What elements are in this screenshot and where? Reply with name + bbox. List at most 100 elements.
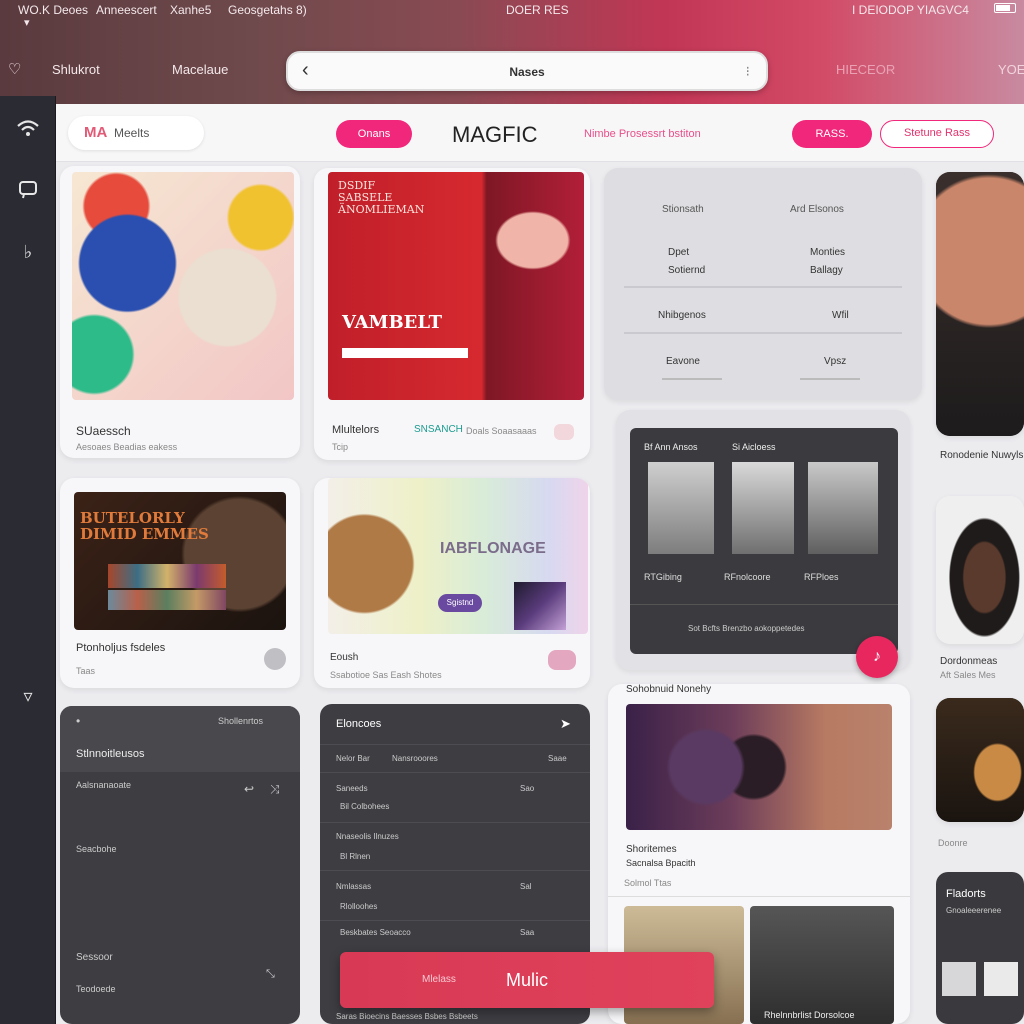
status-nav-text: Xanhe5 — [170, 3, 212, 17]
right-2-title: Dordonmeas — [940, 656, 998, 667]
gallery-header-2: Si Aicloess — [732, 442, 776, 452]
hero-4-text: IABFLONAGE — [440, 540, 546, 557]
dp2-row-3-a[interactable]: Bl Rlnen — [340, 852, 574, 861]
music-button[interactable]: Mlelass Mulic — [340, 952, 714, 1008]
status-left-text: WO.K Deoes — [18, 3, 89, 17]
right-4-thumb-1[interactable] — [942, 962, 976, 996]
dark-panel-1-header-right: Shollenrtos — [218, 716, 264, 726]
right-2-subtitle: Aft Sales Mes — [940, 670, 996, 680]
chat-icon[interactable] — [14, 178, 42, 206]
right-4-subtitle: Gnoaleeerenee — [946, 906, 1002, 915]
feature-bottom-caption: Rhelnnbrlist Dorsolcoe — [764, 1010, 855, 1020]
right-image-card-1[interactable] — [936, 172, 1024, 436]
card-1-subtitle: Aesoaes Beadias eakess — [76, 442, 178, 452]
portrait-image-3 — [936, 698, 1024, 822]
album-card-1[interactable]: SUaessch Aesoaes Beadias eakess — [60, 166, 300, 458]
dark-panel-2-divider-0 — [320, 744, 590, 745]
feature-image — [626, 704, 892, 830]
gallery-photo-3[interactable] — [808, 462, 878, 554]
portrait-image-1 — [936, 172, 1024, 436]
nav-right-item-1[interactable]: HIECEOR — [836, 62, 895, 77]
album-card-2[interactable]: DSDIF SABSELE ÄNOMLIEMAN VAMBELT Mlultel… — [314, 168, 590, 460]
album-art-1 — [72, 172, 294, 400]
promo-link[interactable]: Nimbe Prosessrt bstiton — [584, 128, 701, 140]
dark-panel-1-row-4[interactable]: Teodoede — [76, 984, 284, 994]
dark-panel-2-divider-1 — [320, 772, 590, 773]
dp2-row-6-c: Saa — [520, 928, 535, 937]
card-2-badge-icon[interactable] — [554, 424, 574, 440]
feature-divider — [608, 896, 910, 897]
portrait-image-2 — [936, 496, 1024, 644]
album-card-3[interactable]: BUTELORLY DIMID EMMES Ptonholjus fsdeles… — [60, 478, 300, 688]
shuffle-icon[interactable]: ⤨ — [270, 782, 284, 797]
status-bar: WO.K Deoes Anneescert Xanhe5 Geosgetahs … — [0, 0, 1024, 42]
feature-meta: Solmol Ttas — [624, 878, 672, 888]
card-3-subtitle: Taas — [76, 666, 96, 676]
feature-title: Shoritemes — [626, 844, 677, 855]
nav-item-2[interactable]: Macelaue — [172, 62, 228, 77]
rass-button[interactable]: RASS. — [792, 120, 872, 148]
card-4-badge-icon[interactable] — [548, 650, 576, 670]
list-row-3a[interactable]: Eavone — [666, 356, 700, 367]
gallery-name-2: RFnolcoore — [724, 572, 771, 582]
poster-art-3: BUTELORLY DIMID EMMES — [74, 492, 286, 630]
right-image-card-2[interactable] — [936, 496, 1024, 644]
list-divider-2 — [624, 332, 902, 334]
play-fab-button[interactable]: ♪ — [856, 636, 898, 678]
dark-panel-2-divider-3 — [320, 870, 590, 871]
more-icon[interactable]: ⁝ — [746, 63, 750, 80]
gallery-divider — [630, 604, 898, 605]
logo-pill[interactable]: MA Meelts — [68, 116, 204, 150]
list-divider-1 — [624, 286, 902, 288]
status-right-text: I DEIODOP YIAGVC4 — [852, 3, 969, 17]
gallery-panel: Bf Ann Ansos Si Aicloess RTGibing RFnolc… — [616, 410, 910, 670]
feature-thumb-2[interactable] — [750, 906, 894, 1024]
gallery-photo-2[interactable] — [732, 462, 794, 554]
music-note-icon[interactable]: ♭ — [14, 238, 42, 266]
dp2-row-1-c: Sao — [520, 784, 535, 793]
wifi-icon[interactable] — [14, 118, 42, 146]
list-row-3b[interactable]: Vpsz — [824, 356, 846, 367]
dp2-row-2-a[interactable]: Nnaseolis Ilnuzes — [336, 832, 574, 841]
dp2-row-5-a[interactable]: Rlolloohes — [340, 902, 574, 911]
list-row-1b[interactable]: Monties Ballagy — [810, 244, 870, 280]
card-2-subtitle: Tcip — [332, 442, 349, 452]
right-image-card-3[interactable] — [936, 698, 1024, 822]
apple-icon[interactable] — [264, 648, 286, 670]
hero-4-button[interactable]: Sgistnd — [438, 594, 482, 612]
signal-icon: ▾ — [24, 17, 30, 29]
feature-subtitle: Sacnalsa Bpacith — [626, 858, 696, 868]
right-dark-card[interactable]: Fladorts Gnoaleeerenee — [936, 872, 1024, 1024]
card-2-footer-rest: Doals Soaasaaas — [466, 426, 537, 436]
card-1-title: SUaessch — [76, 424, 131, 438]
nav-item-1[interactable]: Shlukrot — [52, 62, 100, 77]
dp2-row-1-b[interactable]: Bil Colbohees — [340, 802, 574, 811]
list-row-2b[interactable]: Wfil — [832, 310, 849, 321]
dark-panel-1-row-3[interactable]: Sessoor — [76, 952, 284, 963]
heart-icon[interactable]: ♡ — [8, 60, 21, 78]
list-row-1a[interactable]: Dpet Sotiernd — [668, 244, 728, 280]
right-4-thumb-2[interactable] — [984, 962, 1018, 996]
poster-2-bar — [342, 348, 468, 358]
gallery-photo-1[interactable] — [648, 462, 714, 554]
brand-title: MAGFIC — [452, 122, 538, 147]
nav-right-item-2[interactable]: YOE — [998, 62, 1024, 77]
card-2-footer-teal: SNSANCH — [414, 424, 463, 435]
dp2-row-0-b[interactable]: Nansrooores — [392, 754, 574, 763]
address-bar[interactable]: ‹ Nases ⁝ — [286, 51, 768, 91]
status-app-text: Anneescert — [96, 3, 157, 17]
dark-panel-1: • Shollenrtos Stlnnoitleusos Aalsnanaoat… — [60, 706, 300, 1024]
list-panel: Stionsath Ard Elsonos Dpet Sotiernd Mont… — [604, 168, 922, 400]
gallery-footer: Sot Bcfts Brenzbo aokoppetedes — [688, 624, 805, 633]
arrow-down-icon[interactable]: ▿ — [14, 682, 42, 710]
onans-button[interactable]: Onans — [336, 120, 412, 148]
forward-icon[interactable]: ➤ — [560, 716, 574, 732]
poster-3-text: BUTELORLY DIMID EMMES — [80, 509, 209, 543]
expand-icon[interactable]: ⤡ — [266, 968, 284, 981]
album-card-4[interactable]: IABFLONAGE Sgistnd Eoush Ssabotioe Sas E… — [314, 478, 590, 688]
list-header-2: Ard Elsonos — [790, 204, 844, 215]
dark-panel-1-row-2[interactable]: Seacbohe — [76, 844, 284, 854]
stetune-button[interactable]: Stetune Rass — [880, 120, 994, 148]
status-center-text: DOER RES — [506, 3, 569, 17]
list-row-2a[interactable]: Nhibgenos — [658, 310, 706, 321]
